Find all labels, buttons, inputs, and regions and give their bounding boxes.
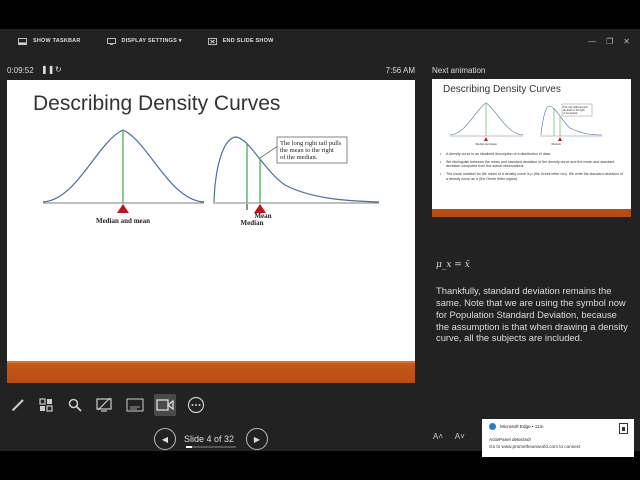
next-slide-thumbnail[interactable]: Describing Density Curves Median and mea…: [432, 79, 631, 217]
phone-icon: [619, 423, 628, 434]
show-taskbar-button[interactable]: SHOW TASKBAR: [18, 37, 81, 45]
current-slide[interactable]: Describing Density Curves Median and mea…: [7, 80, 415, 383]
thumb-footer-band: [432, 209, 631, 217]
end-slide-show-button[interactable]: END SLIDE SHOW: [207, 37, 274, 45]
pause-timer-icon[interactable]: ❚❚: [41, 65, 54, 74]
see-all-slides-button[interactable]: [35, 394, 57, 416]
decrease-font-icon[interactable]: A˅: [455, 432, 465, 441]
callout-line-3: of the median.: [280, 154, 318, 161]
subtitles-icon: [126, 398, 144, 412]
slide-footer-band: [7, 361, 415, 383]
zoom-button[interactable]: [64, 394, 86, 416]
display-settings-button[interactable]: DISPLAY SETTINGS ▾: [106, 37, 182, 45]
callout-line-1: The long right tail pulls: [280, 140, 342, 147]
edge-icon: [489, 423, 496, 430]
notification-toast[interactable]: Microsoft Edge • 11m ActivPanel detected…: [482, 419, 634, 457]
chevron-right-icon: ▶: [253, 434, 261, 444]
slide-navigation: ◀ Slide 4 of 32 ▶: [150, 428, 272, 452]
thumb-bullets: A density curve is an idealized descript…: [440, 152, 624, 185]
restore-icon[interactable]: ❐: [606, 37, 613, 46]
pen-tool-button[interactable]: [7, 394, 29, 416]
display-settings-label: DISPLAY SETTINGS ▾: [121, 38, 182, 44]
notes-text: Thankfully, standard deviation remains t…: [436, 285, 628, 344]
notes-font-controls: A˄ A˅: [433, 432, 475, 441]
slide-counter[interactable]: Slide 4 of 32: [184, 434, 234, 444]
subtitles-button[interactable]: [124, 394, 146, 416]
curve1-label: Median and mean: [96, 217, 150, 225]
thumb-callout-3: of the median.: [563, 112, 578, 115]
more-icon: [187, 396, 205, 414]
slide-progress-fill: [186, 446, 193, 448]
curve2-median-label: Median: [241, 219, 264, 227]
top-toolbar: SHOW TASKBAR DISPLAY SETTINGS ▾ END SLID…: [0, 29, 640, 53]
toast-body: Go to www.prometheanworld.com to connect: [489, 444, 581, 449]
end-slide-show-label: END SLIDE SHOW: [222, 38, 274, 44]
previous-slide-button[interactable]: ◀: [154, 428, 176, 450]
notes-formula: μ_x = x̄: [436, 260, 470, 270]
black-screen-icon: [96, 397, 112, 412]
camera-icon: [156, 399, 174, 411]
search-icon: [68, 398, 82, 412]
speaker-notes[interactable]: μ_x = x̄ Thankfully, standard deviation …: [436, 260, 631, 344]
minimize-icon[interactable]: —: [588, 37, 596, 46]
callout-pointer: [259, 145, 279, 159]
thumb-bullet: A density curve is an idealized descript…: [440, 152, 624, 157]
density-curves-figure: Median and mean The long right tail pull…: [42, 129, 380, 227]
pen-icon: [12, 399, 24, 411]
thumb-curve2-label: Median: [551, 142, 561, 146]
chevron-left-icon: ◀: [161, 434, 169, 444]
taskbar-icon: [18, 37, 27, 45]
show-taskbar-label: SHOW TASKBAR: [33, 38, 81, 44]
next-animation-label: Next animation: [432, 66, 486, 75]
timer-bar: 0:09:52 ❚❚ ↻ 7:56 AM: [7, 64, 415, 78]
close-icon[interactable]: ✕: [623, 37, 630, 46]
clock: 7:56 AM: [385, 66, 415, 75]
increase-font-icon[interactable]: A˄: [433, 432, 443, 441]
presenter-tools: [7, 394, 415, 418]
window-frame: SHOW TASKBAR DISPLAY SETTINGS ▾ END SLID…: [0, 0, 640, 480]
thumb-bullet: The usual notation for the mean of a den…: [440, 172, 624, 181]
toast-app: Microsoft Edge • 11m: [500, 424, 544, 429]
grid-icon: [39, 398, 53, 412]
notes-pane: Next animation Describing Density Curves…: [425, 60, 640, 451]
window-controls: — ❐ ✕: [578, 29, 630, 53]
thumb-curve1-label: Median and mean: [475, 142, 497, 146]
slide-progress-bar: [186, 446, 236, 448]
callout-line-2: the mean to the right: [280, 147, 334, 154]
display-icon: [106, 37, 116, 45]
curve1-marker: [117, 204, 129, 213]
next-slide-button[interactable]: ▶: [246, 428, 268, 450]
toast-title: ActivPanel detected!: [489, 437, 531, 442]
thumb-bullet: We distinguish between the mean and stan…: [440, 160, 624, 169]
elapsed-timer: 0:09:52: [7, 66, 34, 75]
presenter-view: SHOW TASKBAR DISPLAY SETTINGS ▾ END SLID…: [0, 29, 640, 457]
restart-timer-icon[interactable]: ↻: [55, 65, 62, 74]
camera-button[interactable]: [154, 394, 176, 416]
current-slide-pane: 0:09:52 ❚❚ ↻ 7:56 AM Describing Density …: [0, 60, 422, 451]
end-show-icon: [207, 37, 217, 45]
more-options-button[interactable]: [185, 394, 207, 416]
black-screen-button[interactable]: [93, 394, 115, 416]
thumb-figure: Median and mean The long right tail pull…: [449, 102, 603, 146]
